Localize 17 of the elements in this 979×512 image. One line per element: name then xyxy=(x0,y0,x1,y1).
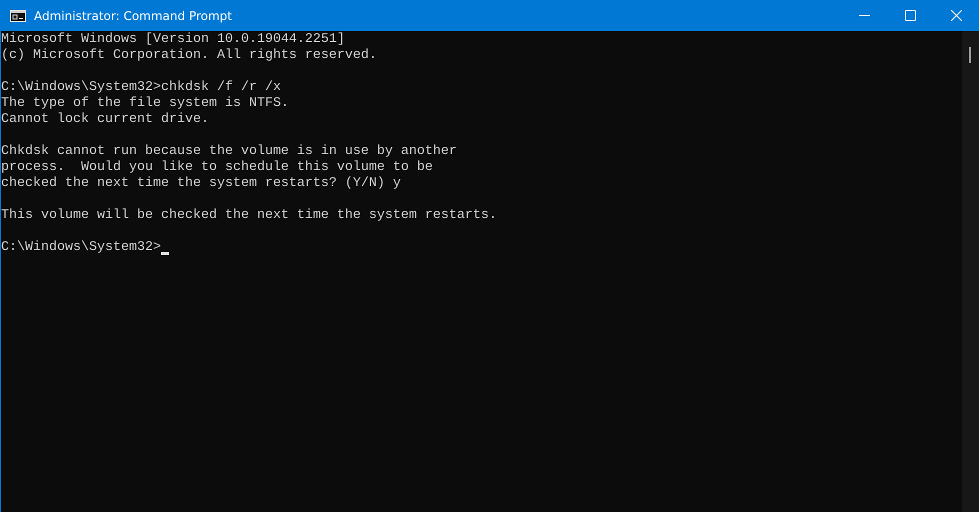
console-line: Microsoft Windows [Version 10.0.19044.2251] xyxy=(1,32,346,48)
console-line: (c) Microsoft Corporation. All rights reserved. xyxy=(1,48,378,64)
console-icon xyxy=(10,10,26,22)
console-line: This volume will be checked the next time the system restarts. xyxy=(1,208,498,224)
minimize-icon xyxy=(858,15,870,16)
console-line: checked the next time the system restarts? (Y/N) y xyxy=(1,176,402,192)
scrollbar[interactable] xyxy=(962,31,979,512)
command-prompt: C:\Windows\System32> xyxy=(1,240,161,256)
console-line: C:\Windows\System32>chkdsk /f /r /x xyxy=(1,80,282,96)
scrollbar-thumb[interactable] xyxy=(969,47,971,63)
close-icon xyxy=(950,10,962,21)
console-line: Cannot lock current drive. xyxy=(1,112,210,128)
console-line: The type of the file system is NTFS. xyxy=(1,96,290,112)
window-title: Administrator: Command Prompt xyxy=(34,8,232,22)
maximize-icon xyxy=(904,10,916,21)
console-line: Chkdsk cannot run because the volume is in use by another xyxy=(1,144,458,160)
console-line: process. Would you like to schedule this volume to be xyxy=(1,160,434,176)
